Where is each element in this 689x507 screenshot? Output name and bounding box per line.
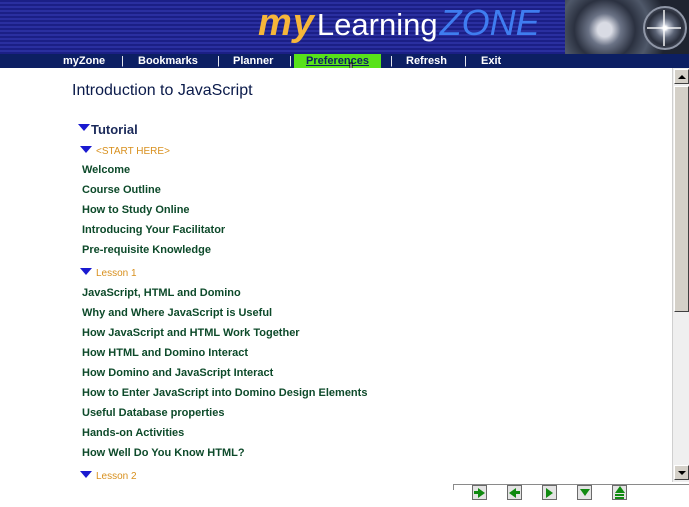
- tutorial-label: Tutorial: [91, 122, 138, 137]
- tutorial-section-toggle[interactable]: Tutorial: [78, 122, 138, 137]
- expand-triangle-icon: [80, 268, 92, 275]
- link-js-html-work-together[interactable]: How JavaScript and HTML Work Together: [82, 327, 300, 339]
- logo-learning: Learning: [316, 7, 438, 42]
- previous-arrow-icon: [509, 487, 520, 498]
- link-enter-js-domino[interactable]: How to Enter JavaScript into Domino Desi…: [82, 387, 367, 399]
- link-introducing-facilitator[interactable]: Introducing Your Facilitator: [82, 224, 225, 236]
- link-hands-on-activities[interactable]: Hands-on Activities: [82, 427, 184, 439]
- lesson1-toggle[interactable]: Lesson 1: [80, 268, 137, 279]
- mylearningzone-logo: myLearningZONE: [258, 2, 540, 52]
- play-button[interactable]: [542, 485, 557, 500]
- link-course-outline[interactable]: Course Outline: [82, 184, 161, 196]
- link-how-well-know-html[interactable]: How Well Do You Know HTML?: [82, 447, 245, 459]
- scroll-up-button[interactable]: [674, 69, 689, 84]
- link-js-html-domino[interactable]: JavaScript, HTML and Domino: [82, 287, 241, 299]
- link-useful-db-properties[interactable]: Useful Database properties: [82, 407, 224, 419]
- nav-planner[interactable]: Planner: [233, 54, 273, 68]
- down-button[interactable]: [577, 485, 592, 500]
- nav-separator: |: [121, 55, 124, 67]
- next-arrow-icon: [474, 487, 485, 498]
- scroll-up-arrow-icon: [677, 74, 686, 79]
- link-why-where-js-useful[interactable]: Why and Where JavaScript is Useful: [82, 307, 272, 319]
- lesson1-label: Lesson 1: [96, 268, 137, 279]
- nav-preferences[interactable]: Preferences: [294, 54, 381, 68]
- scroll-down-arrow-icon: [677, 470, 686, 475]
- expand-triangle-icon: [80, 146, 92, 153]
- nav-separator: |: [289, 55, 292, 67]
- nav-separator: |: [464, 55, 467, 67]
- expand-triangle-icon: [78, 124, 90, 131]
- link-welcome[interactable]: Welcome: [82, 164, 130, 176]
- nav-refresh[interactable]: Refresh: [406, 54, 447, 68]
- down-arrow-icon: [579, 489, 590, 496]
- nav-separator: |: [390, 55, 393, 67]
- logo-my: my: [258, 2, 315, 44]
- nav-bookmarks[interactable]: Bookmarks: [138, 54, 198, 68]
- page-title: Introduction to JavaScript: [72, 82, 253, 99]
- link-html-domino-interact[interactable]: How HTML and Domino Interact: [82, 347, 248, 359]
- scroll-thumb[interactable]: [674, 86, 689, 312]
- nav-exit[interactable]: Exit: [481, 54, 501, 68]
- lesson2-label: Lesson 2: [96, 471, 137, 482]
- content-scrollbar[interactable]: [672, 68, 689, 482]
- scroll-down-button[interactable]: [674, 465, 689, 480]
- lens-flare-horizontal: [647, 27, 681, 29]
- lesson2-toggle[interactable]: Lesson 2: [80, 471, 137, 482]
- nav-separator: |: [217, 55, 220, 67]
- top-button[interactable]: [612, 485, 627, 500]
- header-photo: [565, 0, 689, 54]
- header-banner: myLearningZONE: [0, 0, 689, 54]
- next-page-button[interactable]: [472, 485, 487, 500]
- top-arrow-icon: [614, 486, 625, 499]
- logo-zone: ZONE: [439, 2, 540, 43]
- toolbar-divider: [453, 484, 689, 485]
- link-domino-js-interact[interactable]: How Domino and JavaScript Interact: [82, 367, 273, 379]
- previous-page-button[interactable]: [507, 485, 522, 500]
- nav-myzone[interactable]: myZone: [63, 54, 105, 68]
- course-content-pane: Introduction to JavaScript Tutorial <STA…: [0, 68, 672, 482]
- start-here-toggle[interactable]: <START HERE>: [80, 146, 170, 157]
- play-arrow-icon: [546, 487, 553, 498]
- bottom-nav-toolbar: [0, 482, 689, 507]
- link-how-to-study-online[interactable]: How to Study Online: [82, 204, 190, 216]
- expand-triangle-icon: [80, 471, 92, 478]
- start-here-label: <START HERE>: [96, 146, 170, 157]
- link-prerequisite-knowledge[interactable]: Pre-requisite Knowledge: [82, 244, 211, 256]
- toolbar-divider-tick: [453, 484, 454, 490]
